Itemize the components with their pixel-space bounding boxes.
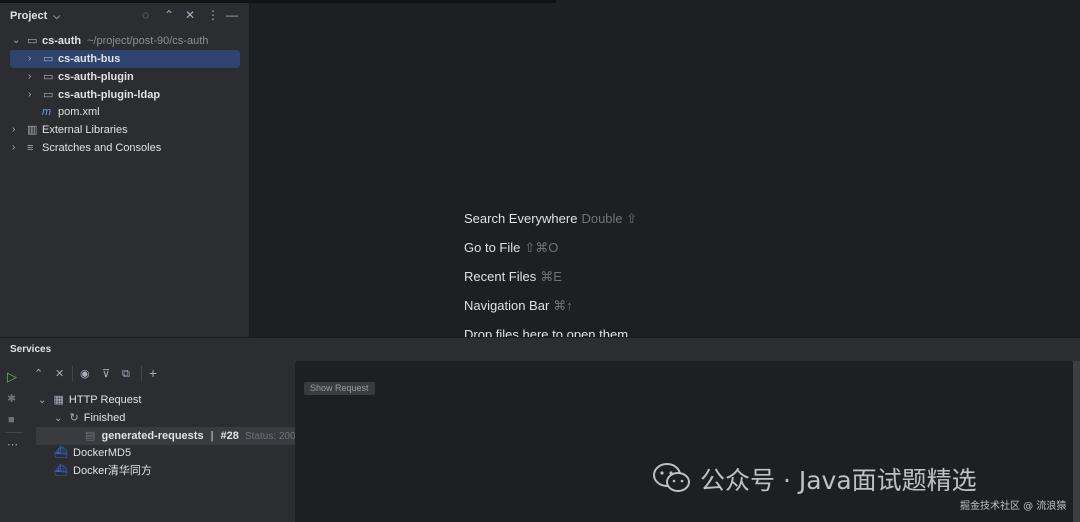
scratches-icon: ≡	[27, 142, 34, 154]
tree-node-external-libraries[interactable]: › ▥ External Libraries	[0, 121, 249, 139]
hint-shortcut: ⌘↑	[553, 298, 573, 313]
tree-node-label: Finished	[83, 412, 126, 424]
folder-module-icon: ▭	[43, 71, 54, 83]
scrollbar[interactable]	[1073, 361, 1080, 522]
tree-node-label: generated-requests	[101, 430, 204, 442]
editor-hints: Search Everywhere Double ⇧ Go to File ⇧⌘O …	[250, 4, 1080, 337]
refresh-icon: ↻	[69, 412, 79, 424]
chevron-right-icon[interactable]: ›	[12, 121, 15, 139]
collapse-all-icon[interactable]: ✕	[185, 8, 195, 22]
hint-shortcut: Double ⇧	[581, 211, 638, 226]
tree-node-label: cs-auth-bus	[58, 53, 121, 65]
hint-label: Search Everywhere	[464, 211, 578, 226]
tree-node-generated-requests[interactable]: ▤ generated-requests | #28 Status: 200	[36, 427, 295, 445]
toolbar-divider	[141, 366, 142, 381]
folder-module-icon: ▭	[27, 35, 38, 47]
tree-node-label: cs-auth-plugin	[58, 71, 134, 83]
collapse-all-icon[interactable]: ✕	[55, 367, 64, 381]
docker-icon: ⛴	[54, 447, 68, 459]
run-icon[interactable]: ▷	[7, 370, 17, 383]
docker-icon: ⛴	[54, 465, 68, 477]
watermark-subtext: 掘金技术社区 @ 流浪猿	[960, 501, 1067, 512]
open-in-new-icon[interactable]: ⧉	[122, 367, 130, 381]
tree-node-label: cs-auth-plugin-ldap	[58, 89, 161, 101]
chevron-down-icon[interactable]: ⌄	[54, 413, 62, 424]
add-service-icon[interactable]: +	[149, 366, 157, 380]
show-request-button[interactable]: Show Request	[304, 382, 375, 395]
tree-node-label: External Libraries	[42, 124, 128, 136]
project-title: Project	[10, 10, 48, 22]
hint-recent-files: Recent Files ⌘E	[464, 269, 562, 285]
chevron-right-icon[interactable]: ›	[28, 86, 31, 104]
request-file-icon: ▤	[85, 430, 96, 442]
tree-node-pom-xml[interactable]: m pom.xml	[0, 103, 249, 121]
tree-node-label: Docker清华同方	[73, 465, 152, 477]
tree-node-cs-auth[interactable]: ⌄ ▭ cs-auth ~/project/post-90/cs-auth	[0, 32, 249, 50]
chevron-right-icon[interactable]: ›	[28, 68, 31, 86]
tree-node-label: DockerMD5	[73, 447, 132, 459]
project-view-selector[interactable]: Project ⌵	[10, 10, 60, 22]
tree-node-cs-auth-plugin-ldap[interactable]: › ▭ cs-auth-plugin-ldap	[0, 86, 249, 104]
expand-all-icon[interactable]: ⌃	[164, 8, 174, 22]
tree-node-cs-auth-plugin[interactable]: › ▭ cs-auth-plugin	[0, 68, 249, 86]
hint-label: Recent Files	[464, 269, 537, 284]
http-icon: ▦	[53, 394, 64, 406]
hint-shortcut: ⌘E	[540, 269, 562, 284]
expand-all-icon[interactable]: ⌃	[34, 367, 43, 381]
chevron-down-icon[interactable]: ⌄	[38, 395, 46, 406]
service-detail-pane[interactable]	[296, 361, 1072, 522]
run-number: #28	[220, 430, 239, 442]
hint-label: Drop files here to open them	[464, 327, 629, 337]
chevron-right-icon[interactable]: ›	[28, 50, 31, 68]
rail-divider	[5, 432, 23, 433]
tree-node-label: HTTP Request	[68, 394, 142, 406]
minimize-icon[interactable]: —	[226, 8, 238, 22]
stop-icon[interactable]: ■	[8, 414, 15, 426]
top-separator	[0, 0, 556, 3]
hint-search-everywhere: Search Everywhere Double ⇧	[464, 211, 637, 227]
hint-shortcut: ⇧⌘O	[524, 240, 559, 255]
hint-label: Go to File	[464, 240, 521, 255]
chevron-down-icon[interactable]: ⌄	[12, 32, 20, 50]
tree-node-docker-tsinghua[interactable]: ⛴ Docker清华同方	[54, 462, 152, 480]
folder-module-icon: ▭	[43, 89, 54, 101]
tree-node-label: Scratches and Consoles	[42, 142, 162, 154]
tree-node-path: ~/project/post-90/cs-auth	[87, 35, 209, 47]
library-icon: ▥	[27, 124, 38, 136]
services-header	[0, 337, 1080, 362]
tree-node-finished[interactable]: ⌄ ↻ Finished	[54, 409, 125, 428]
maven-icon: m	[42, 106, 52, 118]
more-icon[interactable]: ⋯	[7, 439, 18, 451]
more-icon[interactable]: ⋮	[207, 8, 219, 22]
services-title: Services	[10, 344, 52, 355]
eye-icon[interactable]: ◉	[80, 367, 90, 381]
tree-node-scratches[interactable]: › ≡ Scratches and Consoles	[0, 139, 249, 157]
toolbar-divider	[72, 366, 73, 381]
folder-module-icon: ▭	[43, 53, 54, 65]
filter-icon[interactable]: ⊽	[102, 367, 110, 381]
watermark-text: 公众号 · Java面试题精选	[700, 466, 977, 495]
tree-node-docker-md5[interactable]: ⛴ DockerMD5	[54, 444, 131, 462]
chevron-down-icon: ⌵	[53, 11, 61, 21]
hint-label: Navigation Bar	[464, 298, 550, 313]
tree-node-label: pom.xml	[58, 106, 100, 118]
tree-node-http-request[interactable]: ⌄ ▦ HTTP Request	[38, 391, 141, 410]
separator-bar: |	[210, 430, 214, 442]
locate-icon[interactable]: ◌	[142, 8, 149, 22]
tree-node-label: cs-auth	[42, 35, 82, 47]
debug-icon[interactable]: ✱	[7, 393, 16, 405]
hint-navigation-bar: Navigation Bar ⌘↑	[464, 298, 573, 314]
hint-go-to-file: Go to File ⇧⌘O	[464, 240, 558, 256]
hint-drop-files: Drop files here to open them	[464, 327, 628, 337]
wechat-logo-icon	[653, 463, 690, 492]
chevron-right-icon[interactable]: ›	[12, 139, 15, 157]
status-text: Status: 200	[244, 431, 295, 442]
tree-node-cs-auth-bus[interactable]: › ▭ cs-auth-bus	[0, 50, 249, 68]
